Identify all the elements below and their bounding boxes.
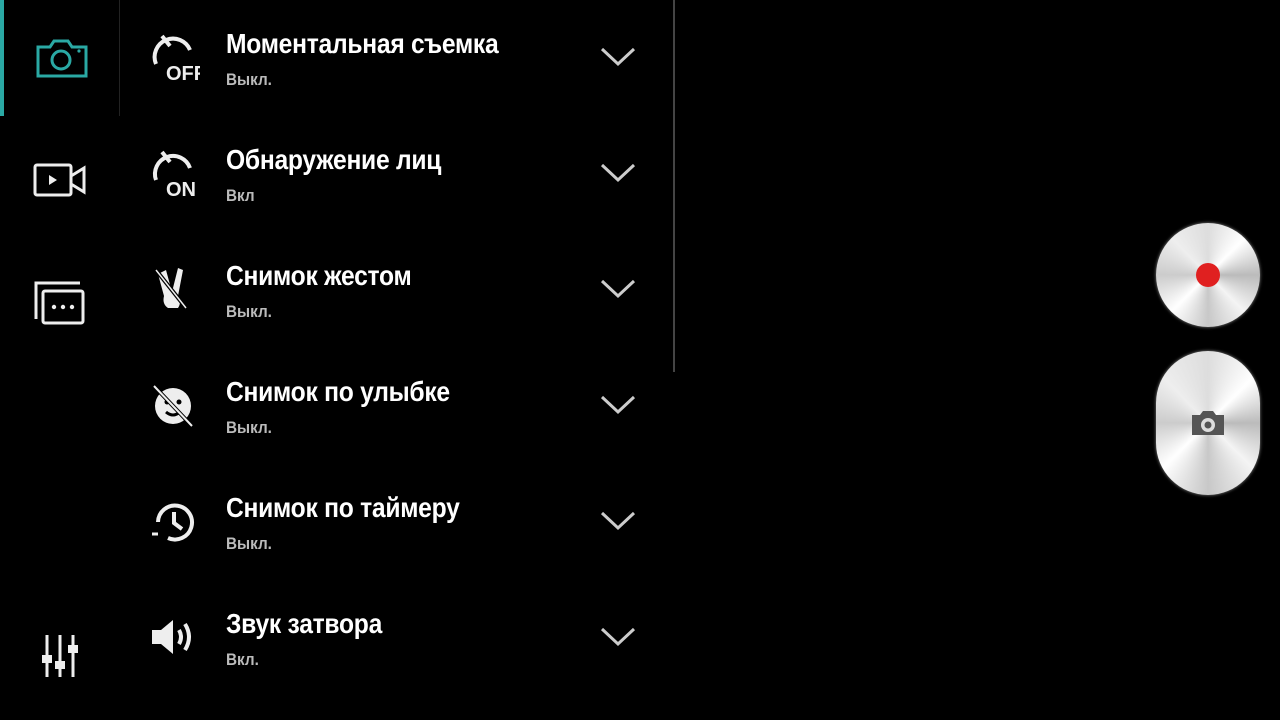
setting-title: Снимок по улыбке — [226, 376, 450, 407]
chevron-down-icon[interactable] — [598, 508, 638, 532]
chevron-down-icon[interactable] — [598, 276, 638, 300]
setting-row[interactable]: Снимок жестом Выкл. — [120, 232, 660, 348]
mode-sidebar — [0, 0, 120, 720]
more-windows-icon — [34, 281, 85, 325]
smile-off-icon — [146, 378, 200, 432]
chevron-down-icon[interactable] — [598, 160, 638, 184]
setting-row[interactable]: Звук затвора Вкл. — [120, 580, 660, 696]
setting-value: Вкл. — [226, 650, 259, 669]
face-detect-on-icon: ON — [146, 146, 200, 200]
setting-title: Снимок жестом — [226, 260, 412, 291]
speaker-icon — [146, 610, 200, 664]
tab-video-settings[interactable] — [0, 122, 120, 238]
camera-icon — [36, 39, 87, 78]
camera-icon — [1192, 411, 1224, 435]
setting-row[interactable]: Снимок по улыбке Выкл. — [120, 348, 660, 464]
svg-text:OFF: OFF — [166, 63, 200, 84]
shutter-button[interactable] — [1156, 351, 1260, 495]
setting-value: Вкл — [226, 186, 255, 205]
tab-photo-settings[interactable] — [0, 0, 120, 116]
setting-value: Выкл. — [226, 418, 272, 437]
tab-adjustments[interactable] — [0, 598, 120, 714]
scrollbar[interactable] — [673, 0, 675, 372]
chevron-down-icon[interactable] — [598, 392, 638, 416]
setting-value: Выкл. — [226, 534, 272, 553]
setting-title: Снимок по таймеру — [226, 492, 460, 523]
chevron-down-icon[interactable] — [598, 44, 638, 68]
record-dot-icon — [1196, 263, 1220, 287]
setting-value: Выкл. — [226, 302, 272, 321]
instant-off-icon: OFF — [146, 30, 200, 84]
setting-row[interactable]: ON Обнаружение лиц Вкл — [120, 116, 660, 232]
setting-title: Звук затвора — [226, 608, 383, 639]
record-button[interactable] — [1156, 223, 1260, 327]
sliders-icon — [42, 635, 78, 677]
tab-other-settings[interactable] — [0, 244, 120, 360]
gesture-off-icon — [146, 262, 200, 316]
setting-title: Моментальная съемка — [226, 28, 499, 59]
video-camera-icon — [33, 163, 86, 197]
setting-title: Обнаружение лиц — [226, 144, 442, 175]
setting-value: Выкл. — [226, 70, 272, 89]
setting-row[interactable]: OFF Моментальная съемка Выкл. — [120, 0, 660, 116]
setting-row[interactable]: Снимок по таймеру Выкл. — [120, 464, 660, 580]
svg-text:ON: ON — [166, 179, 196, 200]
timer-icon — [146, 494, 200, 548]
chevron-down-icon[interactable] — [598, 624, 638, 648]
